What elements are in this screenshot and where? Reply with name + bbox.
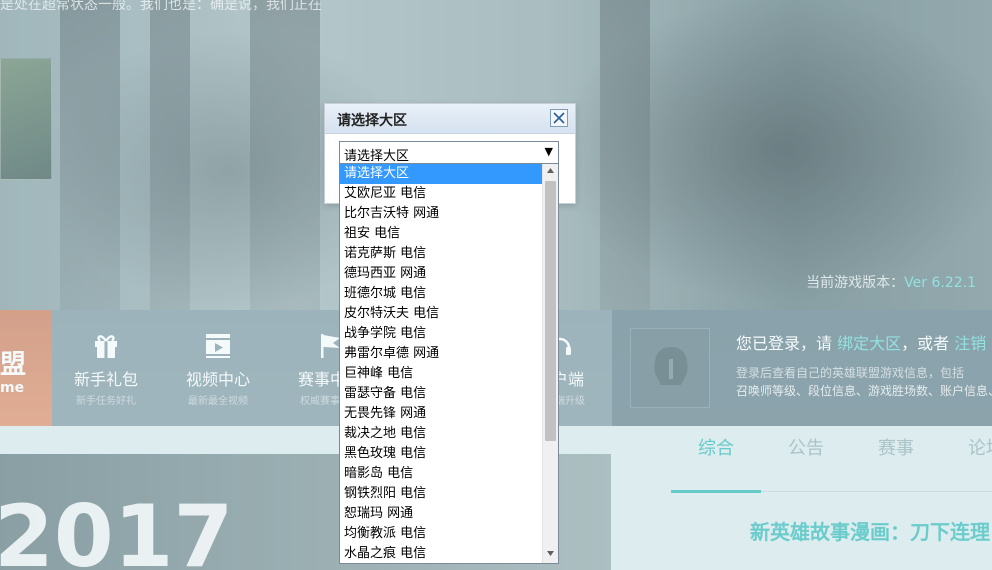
scroll-up-button[interactable]: [543, 164, 558, 180]
region-option[interactable]: 恕瑞玛 网通: [340, 504, 543, 524]
tab-general[interactable]: 综合: [698, 434, 734, 460]
helmet-icon: [654, 347, 688, 385]
region-option[interactable]: 战争学院 电信: [340, 324, 543, 344]
region-select[interactable]: 请选择大区 ▼: [339, 141, 559, 164]
region-option[interactable]: 艾欧尼亚 电信: [340, 184, 543, 204]
region-option[interactable]: 皮尔特沃夫 电信: [340, 304, 543, 324]
gift-icon: [95, 335, 117, 358]
tab-events[interactable]: 赛事: [878, 434, 914, 460]
active-tab-indicator: [671, 490, 761, 493]
dropdown-scrollbar[interactable]: [542, 164, 558, 563]
arrow-down-icon: [547, 551, 554, 556]
nav-item-sub: 新手任务好礼: [76, 396, 136, 407]
scrollbar-thumb[interactable]: [545, 181, 556, 441]
region-option[interactable]: 裁决之地 电信: [340, 424, 543, 444]
region-option[interactable]: 暗影岛 电信: [340, 464, 543, 484]
region-option[interactable]: 无畏先锋 网通: [340, 404, 543, 424]
hero-thumbnail[interactable]: [0, 58, 52, 180]
region-option[interactable]: 水晶之痕 电信: [340, 544, 543, 563]
arrow-up-icon: [547, 168, 554, 173]
nav-item-title: 视频中心: [185, 370, 250, 389]
region-option[interactable]: 比尔吉沃特 网通: [340, 204, 543, 224]
region-select-value: 请选择大区: [344, 149, 410, 164]
region-option[interactable]: 黑色玫瑰 电信: [340, 444, 543, 464]
region-option[interactable]: 巨神峰 电信: [340, 364, 543, 384]
login-middle: ，或者: [901, 334, 955, 353]
bind-region-link[interactable]: 绑定大区: [837, 334, 901, 353]
nav-item-newbie-gift[interactable]: 新手礼包 新手任务好礼: [46, 330, 166, 407]
version-label: 当前游戏版本：: [806, 275, 905, 291]
nav-item-sub: 最新最全视频: [188, 396, 248, 407]
dialog-close-button[interactable]: [550, 109, 568, 127]
banner-year: 2017: [0, 487, 234, 570]
scroll-down-button[interactable]: [543, 547, 558, 563]
region-option[interactable]: 祖安 电信: [340, 224, 543, 244]
region-option[interactable]: 钢铁烈阳 电信: [340, 484, 543, 504]
region-option[interactable]: 请选择大区: [340, 164, 543, 184]
region-dropdown-list: 请选择大区 艾欧尼亚 电信 比尔吉沃特 网通 祖安 电信 诺克萨斯 电信 德玛西…: [339, 163, 559, 564]
avatar: [630, 328, 710, 408]
tree-decor: [60, 0, 120, 310]
nav-brand[interactable]: 盟 me: [0, 310, 52, 426]
region-option[interactable]: 均衡教派 电信: [340, 524, 543, 544]
brand-text: me: [0, 380, 25, 396]
login-description-2: 召唤师等级、段位信息、游戏胜场数、账户信息、: [736, 384, 992, 398]
close-icon: [553, 112, 565, 124]
tree-decor: [250, 0, 320, 310]
region-option[interactable]: 雷瑟守备 电信: [340, 384, 543, 404]
tree-decor: [600, 0, 650, 310]
logout-link[interactable]: 注销: [954, 334, 986, 353]
hero-top-text: 是处在超常状态一般。我们也是：确是说，我们正在: [0, 0, 322, 13]
region-option[interactable]: 德玛西亚 网通: [340, 264, 543, 284]
chevron-down-icon: ▼: [544, 145, 553, 158]
tab-forum[interactable]: 论坛: [968, 434, 992, 460]
version-value: Ver 6.22.1: [904, 275, 976, 291]
region-option[interactable]: 诺克萨斯 电信: [340, 244, 543, 264]
dialog-title: 请选择大区: [337, 113, 407, 129]
game-version: 当前游戏版本：Ver 6.22.1: [806, 272, 976, 292]
brand-glyph: 盟: [0, 350, 27, 380]
tree-decor: [150, 0, 190, 310]
login-panel: 您已登录，请 绑定大区，或者 注销 登录后查看自己的英雄联盟游戏信息，包括 召唤…: [612, 310, 992, 426]
nav-item-title: 新手礼包: [73, 370, 138, 389]
login-status: 您已登录，请 绑定大区，或者 注销: [736, 330, 986, 354]
login-prefix: 您已登录，请: [736, 334, 838, 353]
login-description: 登录后查看自己的英雄联盟游戏信息，包括: [736, 366, 965, 380]
dialog-header: 请选择大区: [325, 104, 575, 134]
video-icon: [206, 334, 230, 358]
nav-item-video-center[interactable]: 视频中心 最新最全视频: [158, 330, 278, 407]
tab-announcement[interactable]: 公告: [788, 434, 824, 460]
region-option[interactable]: 弗雷尔卓德 网通: [340, 344, 543, 364]
news-headline[interactable]: 新英雄故事漫画：刀下连理: [750, 516, 990, 545]
region-option[interactable]: 班德尔城 电信: [340, 284, 543, 304]
